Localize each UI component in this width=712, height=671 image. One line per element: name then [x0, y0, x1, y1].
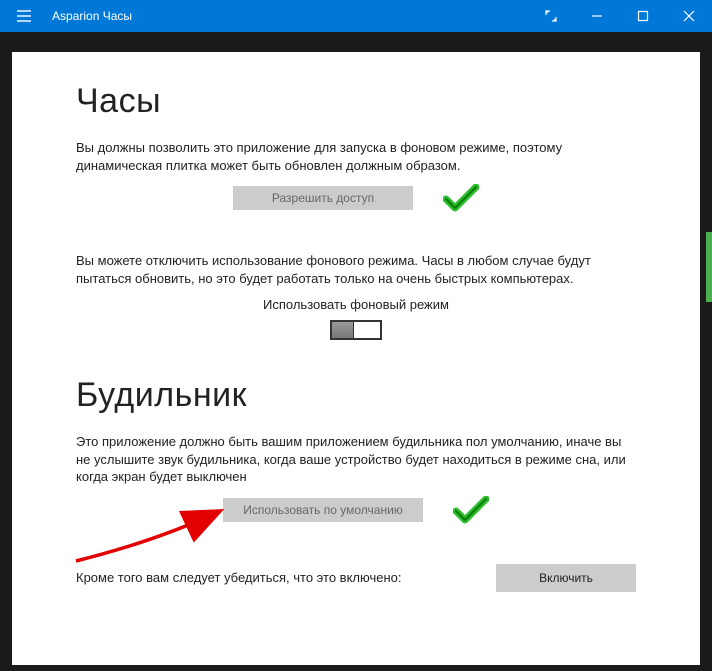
- maximize-button[interactable]: [620, 0, 666, 32]
- enable-button[interactable]: Включить: [496, 564, 636, 592]
- toggle-knob: [332, 322, 354, 338]
- app-title: Asparion Часы: [48, 9, 132, 23]
- background-disable-description: Вы можете отключить использование фоново…: [76, 252, 636, 287]
- allow-access-row: Разрешить доступ: [76, 184, 636, 212]
- app-window: Asparion Часы Часы Вы должны позволить э…: [0, 0, 712, 671]
- allow-access-button[interactable]: Разрешить доступ: [233, 186, 413, 210]
- enable-description: Кроме того вам следует убедиться, что эт…: [76, 569, 456, 587]
- default-alarm-row: Использовать по умолчанию: [76, 496, 636, 524]
- default-alarm-description: Это приложение должно быть вашим приложе…: [76, 433, 636, 486]
- client-area: Часы Вы должны позволить это приложение …: [0, 32, 712, 671]
- background-mode-toggle[interactable]: [330, 320, 382, 340]
- alarm-heading: Будильник: [76, 376, 636, 415]
- green-accent-bar: [706, 232, 712, 302]
- hamburger-menu-button[interactable]: [0, 0, 48, 32]
- clock-heading: Часы: [76, 82, 636, 121]
- settings-panel: Часы Вы должны позволить это приложение …: [12, 52, 700, 665]
- minimize-button[interactable]: [574, 0, 620, 32]
- background-toggle-label: Использовать фоновый режим: [76, 297, 636, 312]
- titlebar: Asparion Часы: [0, 0, 712, 32]
- expand-button[interactable]: [528, 0, 574, 32]
- use-default-button[interactable]: Использовать по умолчанию: [223, 498, 423, 522]
- permission-description: Вы должны позволить это приложение для з…: [76, 139, 636, 174]
- checkmark-icon: [443, 184, 479, 212]
- checkmark-icon: [453, 496, 489, 524]
- enable-row: Кроме того вам следует убедиться, что эт…: [76, 564, 636, 592]
- annotation-arrow-icon: [66, 506, 246, 566]
- close-button[interactable]: [666, 0, 712, 32]
